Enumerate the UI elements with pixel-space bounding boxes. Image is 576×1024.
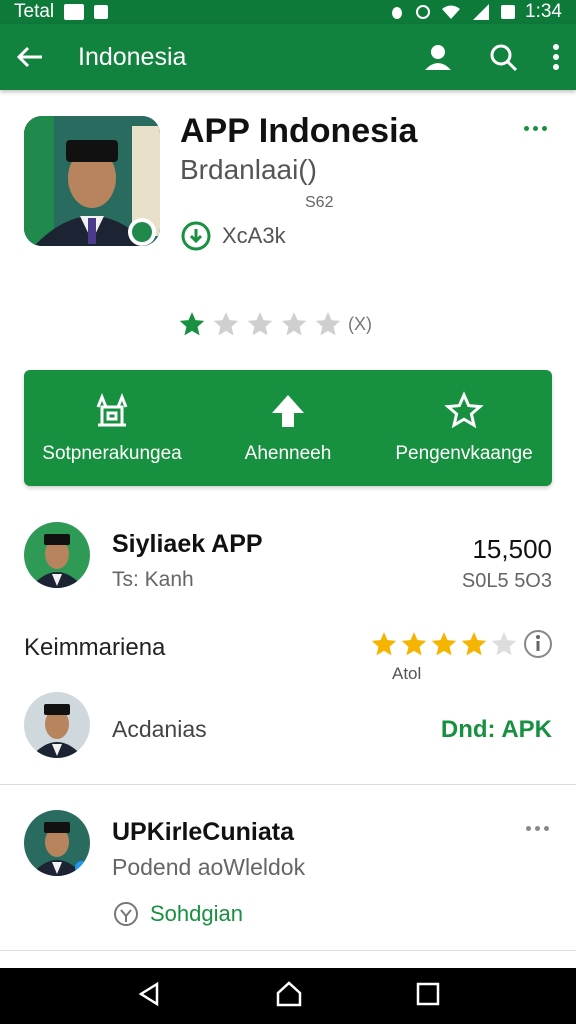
star-icon: [491, 632, 517, 656]
avatar: [24, 522, 90, 588]
arrow-left-icon: [16, 46, 42, 68]
search-icon: [490, 44, 518, 72]
star-icon: [247, 312, 273, 336]
rating-stars: [178, 310, 342, 338]
item-subtitle: Podend aoWleldok: [112, 854, 306, 880]
item-price: 15,500: [472, 534, 552, 564]
action-label-0: Sotpnerakungea: [42, 443, 182, 464]
download-circle-icon: [181, 221, 211, 251]
action-button-2[interactable]: Pengenvkaange: [376, 370, 552, 486]
clock-label: 1:34: [525, 1, 562, 22]
action-label-2: Pengenvkaange: [395, 443, 533, 464]
section-title: Keimmariena: [24, 634, 166, 661]
star-icon: [371, 632, 397, 656]
person-icon: [425, 45, 451, 70]
star-icon: [401, 632, 427, 656]
star-icon: [213, 312, 239, 336]
app-rating: (X): [178, 310, 372, 338]
action-label-1: Ahenneeh: [244, 443, 332, 464]
divider: [0, 950, 576, 951]
page-title: Indonesia: [78, 42, 187, 71]
app-bar: Indonesia: [0, 24, 576, 90]
rating-count: (X): [348, 313, 372, 334]
back-button[interactable]: [16, 45, 44, 69]
carrier-label: Tetal: [14, 1, 55, 22]
star-icon: [461, 632, 487, 656]
action-button-1[interactable]: Ahenneeh: [200, 370, 376, 486]
status-bar: Tetal 1:34: [0, 0, 576, 24]
bug-icon: [392, 7, 403, 19]
action-card: Sotpnerakungea Ahenneeh Pengenvkaange: [24, 370, 552, 486]
portrait-image: [24, 692, 90, 758]
nav-back-button[interactable]: [135, 980, 163, 1013]
info-icon: [524, 630, 552, 658]
item-price-sub: S0L5 5O3: [461, 570, 552, 592]
app-icon[interactable]: [24, 116, 160, 246]
list-item[interactable]: Acdanias Dnd: APK: [0, 688, 576, 778]
nav-recents-button[interactable]: [415, 981, 441, 1012]
downloads-row: XcA3k: [180, 220, 286, 252]
alarm-icon: [416, 5, 431, 19]
star-icon: [315, 312, 341, 336]
section-rating-label: Atol: [392, 664, 422, 683]
app-title: APP Indonesia: [180, 112, 418, 150]
portrait-image: [24, 116, 160, 246]
item-status: Sohdgian: [112, 900, 243, 928]
search-button[interactable]: [488, 42, 518, 72]
app-tag: S62: [305, 194, 334, 211]
divider: [0, 784, 576, 785]
item-label: Acdanias: [112, 716, 207, 742]
info-button[interactable]: [522, 628, 554, 665]
star-icon: [281, 312, 307, 336]
nav-home-button[interactable]: [274, 979, 304, 1014]
rating-section: Keimmariena Atol: [0, 620, 576, 690]
star-outline-icon: [444, 391, 484, 429]
more-vert-icon: [553, 44, 559, 70]
avatar: [24, 692, 90, 758]
notification-icon: [94, 5, 109, 19]
star-icon: [179, 312, 205, 336]
item-title: UPKirleCuniata: [112, 818, 294, 846]
download-apk-link[interactable]: Dnd: APK: [441, 716, 552, 744]
mail-icon: [64, 4, 85, 20]
section-stars: [370, 630, 518, 658]
item-status-label: Sohdgian: [150, 901, 243, 926]
battery-icon: [501, 5, 516, 19]
triangle-back-icon: [138, 981, 159, 1006]
item-more-button[interactable]: [526, 826, 549, 831]
list-item[interactable]: UPKirleCuniata Podend aoWleldok Sohdgian: [0, 800, 576, 940]
portrait-image: [24, 522, 90, 588]
overflow-menu-button[interactable]: [552, 43, 560, 71]
castle-icon: [96, 392, 128, 427]
signal-icon: [473, 4, 490, 20]
star-icon: [431, 632, 457, 656]
system-nav-bar: [0, 968, 576, 1024]
app-developer: Brdanlaai(): [180, 154, 317, 185]
status-circle-icon: [114, 902, 138, 926]
app-more-button[interactable]: [524, 126, 547, 131]
home-icon: [276, 980, 302, 1006]
action-button-0[interactable]: Sotpnerakungea: [24, 370, 200, 486]
item-subtitle: Ts: Kanh: [112, 568, 194, 591]
list-item[interactable]: Siyliaek APP Ts: Kanh 15,500 S0L5 5O3: [0, 514, 576, 614]
arrow-up-icon: [272, 395, 304, 427]
wifi-icon: [442, 5, 461, 19]
app-header: APP Indonesia Brdanlaai() S62 XcA3k (X): [0, 90, 576, 360]
item-title: Siyliaek APP: [112, 530, 263, 558]
square-recents-icon: [416, 982, 439, 1005]
avatar: [24, 810, 90, 876]
portrait-image: [24, 810, 90, 876]
account-button[interactable]: [422, 42, 454, 72]
downloads-count: XcA3k: [222, 223, 286, 248]
